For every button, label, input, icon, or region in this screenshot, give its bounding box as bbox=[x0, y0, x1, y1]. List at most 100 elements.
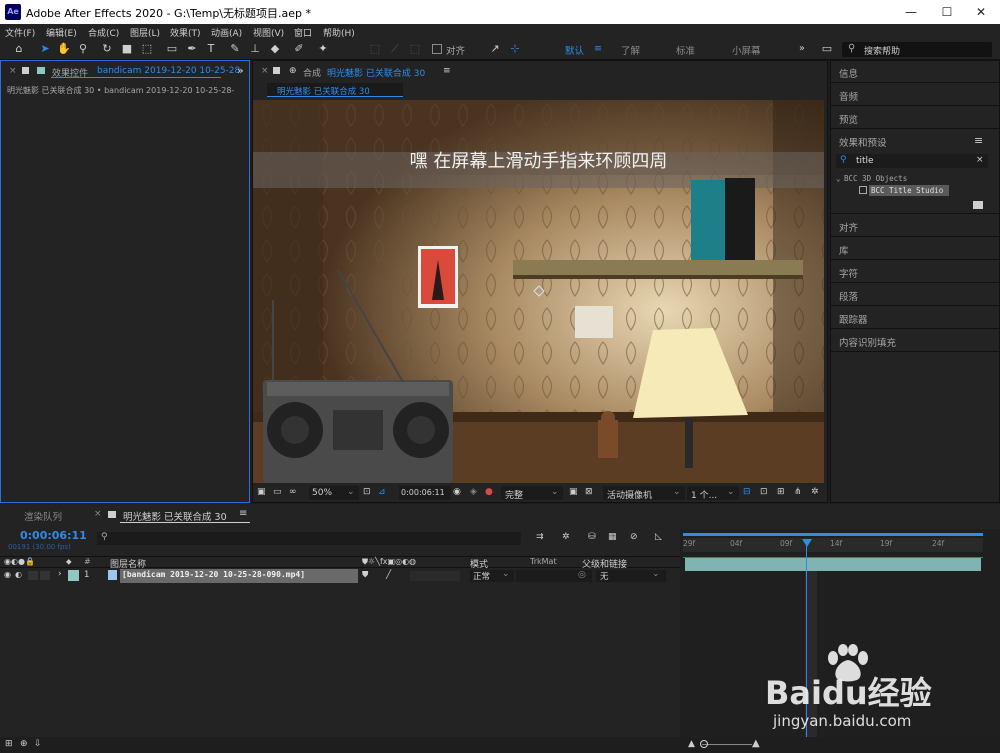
comp-mini-flowchart-icon[interactable]: ⇉ bbox=[536, 532, 544, 542]
align-checkbox[interactable] bbox=[432, 44, 442, 54]
menu-edit[interactable]: 编辑(E) bbox=[46, 26, 77, 39]
menu-animation[interactable]: 动画(A) bbox=[211, 26, 242, 39]
shy-switch-icon[interactable]: ⛊ bbox=[362, 570, 368, 580]
work-area-bar[interactable] bbox=[683, 533, 983, 536]
comp-tab-name[interactable]: 明光魅影 已关联合成 30 bbox=[327, 66, 425, 79]
close-timeline-tab-icon[interactable]: × bbox=[94, 509, 102, 519]
effects-tab-name[interactable]: bandicam 2019-12-20 10-25-28- bbox=[97, 66, 244, 76]
snapping-icon[interactable]: ⬚ bbox=[368, 42, 382, 56]
more-workspaces-icon[interactable]: » bbox=[799, 43, 805, 54]
align-panel-tab[interactable]: 对齐 bbox=[839, 220, 858, 234]
comp-lock-icon[interactable] bbox=[273, 67, 280, 74]
show-snapshot-icon[interactable]: ◈ bbox=[470, 487, 477, 497]
transparency-grid-icon[interactable]: ⊠ bbox=[585, 487, 593, 497]
layer-name-cell[interactable]: [bandicam 2019-12-20 10-25-28-090.mp4] bbox=[120, 569, 358, 583]
pickwhip-icon[interactable]: ◎ bbox=[578, 570, 586, 580]
zoom-in-icon[interactable]: ▲ bbox=[752, 738, 760, 749]
rotate-tool-icon[interactable]: ↻ bbox=[100, 42, 114, 56]
color-channels-icon[interactable]: ● bbox=[485, 487, 493, 497]
close-tab-icon[interactable]: × bbox=[9, 66, 17, 76]
solo-toggle[interactable] bbox=[28, 571, 38, 580]
timeline-comp-tab[interactable]: 明光魅影 已关联合成 30 bbox=[123, 509, 227, 523]
selection-tool-icon[interactable]: ➤ bbox=[38, 42, 52, 56]
snap-icon[interactable]: ⬚ bbox=[408, 42, 422, 56]
close-button[interactable]: ✕ bbox=[966, 2, 996, 22]
flowchart-icon[interactable]: ⋔ bbox=[794, 487, 802, 497]
info-panel-tab[interactable]: 信息 bbox=[839, 66, 858, 80]
parent-dropdown[interactable]: 无 ⌄ bbox=[596, 569, 666, 582]
snapshot-icon[interactable]: ◉ bbox=[453, 487, 461, 497]
workspace-small-screen[interactable]: 小屏幕 bbox=[732, 43, 761, 57]
timeline-lock-icon[interactable] bbox=[108, 511, 116, 518]
views-dropdown[interactable]: 1 个... ⌄ bbox=[687, 486, 739, 501]
maximize-button[interactable]: ☐ bbox=[932, 2, 962, 22]
render-queue-tab[interactable]: 渲染队列 bbox=[24, 509, 62, 523]
graph-editor-icon[interactable]: ◺ bbox=[655, 532, 662, 542]
content-aware-fill-tab[interactable]: 内容识别填充 bbox=[839, 335, 896, 349]
layer-label-color[interactable] bbox=[68, 570, 79, 581]
close-comp-tab-icon[interactable]: × bbox=[261, 66, 269, 76]
minimize-button[interactable]: — bbox=[896, 2, 926, 22]
zoom-slider-handle[interactable] bbox=[700, 740, 708, 748]
frame-blending-icon[interactable]: ▦ bbox=[608, 532, 617, 542]
zoom-slider-track[interactable] bbox=[702, 744, 752, 745]
clear-search-icon[interactable]: × bbox=[976, 155, 984, 165]
character-panel-tab[interactable]: 字符 bbox=[839, 266, 858, 280]
layer-duration-bar[interactable] bbox=[685, 558, 981, 571]
workspace-menu-icon[interactable]: ≡ bbox=[594, 43, 602, 54]
composition-viewer[interactable]: 嘿 在屏幕上滑动手指来环顾四周 bbox=[253, 100, 824, 483]
type-tool-icon[interactable]: T bbox=[204, 42, 218, 56]
time-ruler[interactable]: 29f 04f 09f 14f 19f 24f bbox=[683, 538, 983, 552]
timeline-icon[interactable]: ⊞ bbox=[777, 487, 785, 497]
comp-subtab[interactable]: 明光魅影 已关联合成 30 bbox=[267, 83, 403, 97]
pan-behind-tool-icon[interactable]: ⬚ bbox=[140, 42, 154, 56]
effects-presets-tab[interactable]: 效果和预设 bbox=[839, 135, 887, 149]
playhead-handle[interactable] bbox=[802, 539, 812, 547]
timeline-menu-icon[interactable]: ≡ bbox=[239, 508, 247, 519]
comp-lock-icon-2[interactable]: ⊕ bbox=[289, 66, 297, 76]
tree-item-selected[interactable]: BCC Title Studio bbox=[869, 185, 949, 196]
workspace-standard[interactable]: 标准 bbox=[676, 43, 695, 57]
eraser-tool-icon[interactable]: ◆ bbox=[268, 42, 282, 56]
menu-composition[interactable]: 合成(C) bbox=[88, 26, 119, 39]
camera-tool-icon[interactable]: ■ bbox=[120, 42, 134, 56]
viewer-timecode[interactable]: 0:00:06:11 bbox=[399, 486, 451, 500]
always-preview-icon[interactable]: ▣ bbox=[257, 487, 266, 497]
effects-presets-menu-icon[interactable]: ≡ bbox=[974, 134, 983, 147]
comp-menu-icon[interactable]: ≡ bbox=[443, 66, 451, 76]
motion-blur-icon[interactable]: ⊘ bbox=[630, 532, 638, 542]
region-of-interest-icon[interactable]: ▣ bbox=[569, 487, 578, 497]
fit-icon[interactable]: ⊡ bbox=[363, 487, 371, 497]
lock-toggle[interactable] bbox=[40, 571, 50, 580]
tracker-panel-tab[interactable]: 跟踪器 bbox=[839, 312, 868, 326]
expand-chevron-icon[interactable]: › bbox=[58, 569, 62, 579]
workspace-learn[interactable]: 了解 bbox=[621, 43, 640, 57]
panel-lock-icon[interactable] bbox=[22, 67, 29, 74]
frame-icon[interactable]: ⇩ bbox=[34, 739, 42, 749]
anchor-icon[interactable]: ⊹ bbox=[508, 42, 522, 56]
preview-panel-tab[interactable]: 预览 bbox=[839, 112, 858, 126]
menu-layer[interactable]: 图层(L) bbox=[130, 26, 160, 39]
menu-view[interactable]: 视图(V) bbox=[253, 26, 284, 39]
fast-preview-icon[interactable]: ⊡ bbox=[760, 487, 768, 497]
quality-switch-icon[interactable]: ╱ bbox=[386, 570, 391, 580]
toggle-view-icon[interactable]: ⊟ bbox=[743, 487, 751, 497]
zoom-out-icon[interactable]: ▲ bbox=[688, 739, 695, 749]
extend-icon[interactable]: ↗ bbox=[488, 42, 502, 56]
expand-icon[interactable]: ⊕ bbox=[20, 739, 28, 749]
shy-layers-icon[interactable]: ⛁ bbox=[588, 532, 596, 542]
menu-file[interactable]: 文件(F) bbox=[5, 26, 35, 39]
menu-help[interactable]: 帮助(H) bbox=[323, 26, 355, 39]
switch-cells[interactable] bbox=[410, 571, 460, 581]
menu-effect[interactable]: 效果(T) bbox=[170, 26, 201, 39]
reset-exposure-icon[interactable]: ✲ bbox=[811, 487, 819, 497]
home-icon[interactable]: ⌂ bbox=[12, 42, 26, 56]
puppet-pin-tool-icon[interactable]: ✦ bbox=[316, 42, 330, 56]
audio-icon[interactable]: ◐ bbox=[15, 570, 22, 579]
audio-panel-tab[interactable]: 音频 bbox=[839, 89, 858, 103]
timeline-search-input[interactable]: ⚲ bbox=[97, 532, 521, 545]
panel-overflow-icon[interactable]: » bbox=[237, 64, 244, 77]
effects-search-input[interactable]: ⚲ title × bbox=[836, 154, 988, 168]
layer-row[interactable]: ◉ ◐ › 1 [bandicam 2019-12-20 10-25-28-09… bbox=[0, 569, 680, 583]
library-panel-tab[interactable]: 库 bbox=[839, 243, 849, 257]
